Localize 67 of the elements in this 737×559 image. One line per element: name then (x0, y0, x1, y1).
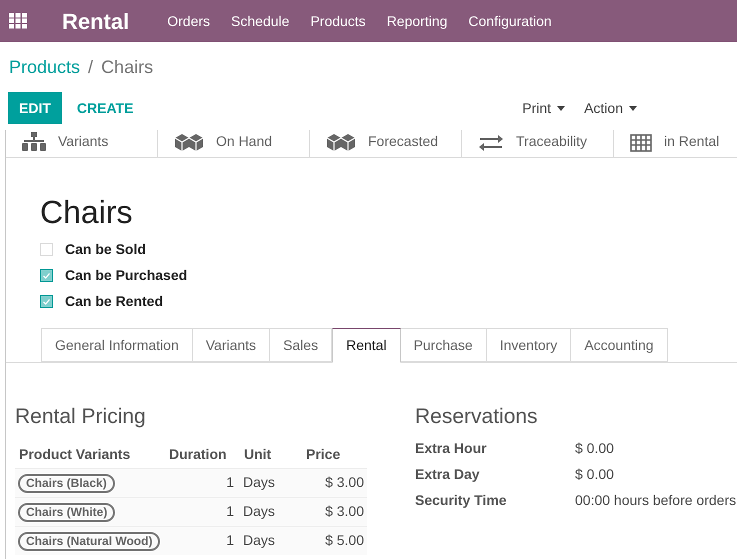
dropdown-button[interactable]: Action (584, 98, 637, 118)
breadcrumb-link[interactable]: Products (9, 54, 80, 80)
field-label: Extra Day (415, 465, 481, 484)
edit-button[interactable]: EDIT (8, 92, 62, 124)
checkbox[interactable] (40, 295, 53, 308)
menu-item[interactable]: Products (310, 10, 366, 32)
table-cell-text: Days (242, 531, 276, 550)
apps-menu-icon[interactable] (9, 13, 27, 29)
create-button[interactable]: CREATE (62, 92, 148, 124)
section-title: Rental Pricing (15, 404, 147, 430)
table-cell-text: 1 (225, 502, 235, 521)
grid-icon (630, 134, 652, 152)
menu-item[interactable]: Configuration (468, 10, 552, 32)
section-title: Reservations (415, 404, 539, 430)
table-cell-text: Days (242, 502, 276, 521)
field-label: Extra Hour (415, 439, 488, 458)
stat-button[interactable]: On Hand (158, 130, 310, 157)
table-row[interactable]: Chairs (Natural Wood) 1 Days $ 5.00 (15, 526, 367, 554)
hierarchy-icon (22, 132, 46, 152)
breadcrumb-separator: / (88, 56, 94, 78)
stat-button[interactable]: Traceability (462, 130, 614, 157)
caret-icon (629, 106, 637, 110)
arrows-icon (478, 134, 504, 152)
checkbox-label: Can be Purchased (65, 266, 188, 285)
field-label: Security Time (415, 491, 508, 510)
stat-button[interactable]: Forecasted (310, 130, 462, 157)
column-header: Unit (243, 445, 272, 464)
check-icon (43, 272, 50, 278)
tab[interactable]: General Information (41, 328, 193, 362)
tab[interactable]: Accounting (571, 328, 668, 362)
cubes-icon (174, 132, 204, 152)
field-value: $ 0.00 (575, 465, 614, 484)
stat-button[interactable]: in Rental (614, 130, 737, 157)
variant-tag: Chairs (Natural Wood) (18, 532, 160, 551)
checkbox-label: Can be Rented (65, 292, 164, 311)
tab[interactable]: Variants (192, 328, 270, 362)
variant-tag: Chairs (Black) (18, 474, 115, 493)
table-cell-text: 1 (225, 531, 235, 550)
dropdown-button[interactable]: Print (522, 98, 566, 118)
table-cell-text: 1 (225, 473, 235, 492)
checkbox-label: Can be Sold (65, 240, 146, 259)
column-header: Product Variants (18, 445, 132, 464)
table-cell-text: $ 3.00 (324, 502, 365, 521)
table-cell-text: $ 3.00 (324, 473, 365, 492)
table-cell-text: $ 5.00 (324, 531, 365, 550)
tab[interactable]: Purchase (400, 328, 487, 362)
column-header: Duration (168, 445, 228, 464)
field-value: $ 0.00 (575, 439, 614, 458)
product-name: Chairs (40, 193, 134, 232)
checkbox[interactable] (40, 269, 53, 282)
variant-tag: Chairs (White) (18, 503, 116, 522)
menu-item[interactable]: Orders (167, 10, 210, 32)
breadcrumb-current: Chairs (101, 56, 154, 78)
menu-item[interactable]: Reporting (386, 10, 448, 32)
field-value: 00:00 hours before orders (575, 491, 736, 510)
cubes-icon (326, 132, 356, 152)
tab[interactable]: Rental (332, 328, 401, 363)
table-row[interactable]: Chairs (White) 1 Days $ 3.00 (15, 496, 367, 526)
table-cell-text: Days (242, 473, 276, 492)
app-name[interactable]: Rental (62, 4, 130, 38)
tab[interactable]: Inventory (486, 328, 572, 362)
column-header: Price (305, 445, 342, 464)
stat-button[interactable]: Variants (6, 130, 158, 157)
table-row[interactable]: Chairs (Black) 1 Days $ 3.00 (15, 468, 367, 496)
menu-item[interactable]: Schedule (231, 10, 290, 32)
check-icon (43, 298, 50, 304)
caret-icon (557, 106, 566, 110)
